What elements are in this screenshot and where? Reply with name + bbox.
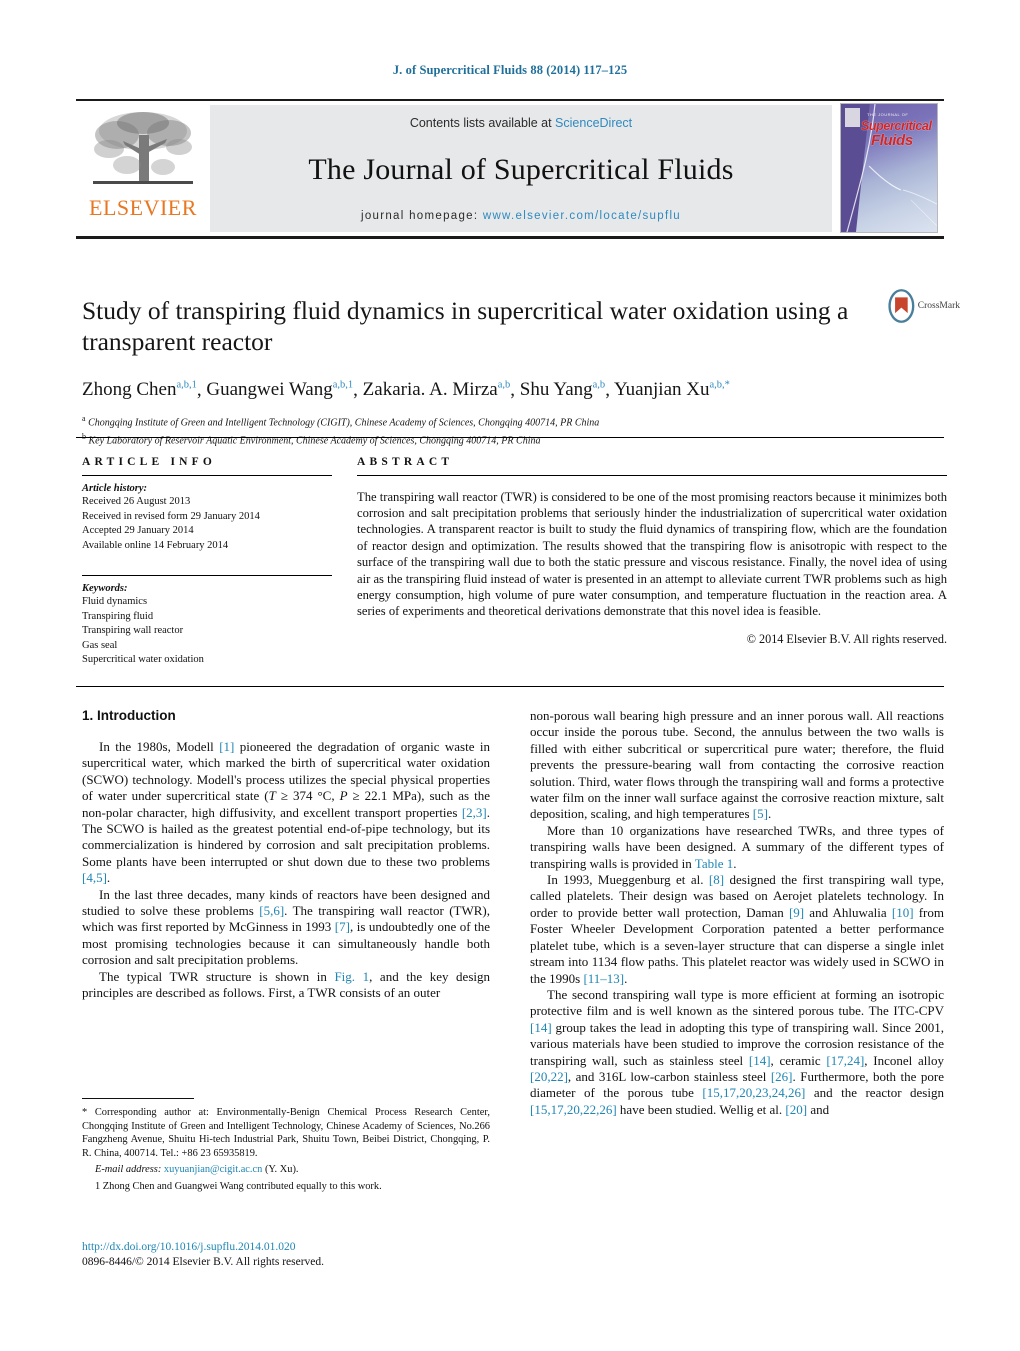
article-info-heading: ARTICLE INFO <box>82 456 217 468</box>
article-info-rule <box>82 475 332 476</box>
email-suffix: (Y. Xu). <box>264 1164 299 1176</box>
body-paragraph: In the 1980s, Modell [1] pioneered the d… <box>82 739 490 886</box>
journal-article-page: J. of Supercritical Fluids 88 (2014) 117… <box>0 0 1020 1351</box>
author-entry: Zhong Chena,b,1 <box>82 379 197 400</box>
body-paragraph: non-porous wall bearing high pressure an… <box>530 708 944 822</box>
affiliation-mark: a <box>82 414 86 424</box>
cover-elsevier-mark <box>845 108 860 127</box>
crossmark-icon <box>888 289 915 323</box>
article-history-item: Available online 14 February 2014 <box>82 539 229 551</box>
journal-band: Contents lists available at ScienceDirec… <box>210 105 832 232</box>
info-section-top-rule <box>76 437 944 438</box>
abstract-column: ABSTRACT The transpiring wall reactor (T… <box>357 456 947 647</box>
keyword-item: Gas seal <box>82 639 118 651</box>
author-entry: Zakaria. A. Mirzaa,b <box>363 379 511 400</box>
article-history-item: Received 26 August 2013 <box>82 496 191 507</box>
keyword-item: Fluid dynamics <box>82 596 148 607</box>
cover-title-line1: Supercritical <box>861 119 932 133</box>
abstract-copyright: © 2014 Elsevier B.V. All rights reserved… <box>746 632 947 647</box>
author-affil-marks[interactable]: a,b,1 <box>333 380 353 391</box>
keywords-block: Keywords: Fluid dynamics Transpiring flu… <box>82 575 332 668</box>
info-section-bottom-rule <box>76 686 944 687</box>
affiliation-a: a Chongqing Institute of Green and Intel… <box>82 412 872 430</box>
author-affil-marks[interactable]: a,b,1 <box>176 380 196 391</box>
issn-copyright-line: 0896-8446/© 2014 Elsevier B.V. All right… <box>82 1256 325 1268</box>
title-block: Study of transpiring fluid dynamics in s… <box>82 278 872 448</box>
abstract-text: The transpiring wall reactor (TWR) is co… <box>357 489 947 619</box>
elsevier-logo: ELSEVIER <box>76 101 210 236</box>
cover-eyebrow: THE JOURNAL OF <box>867 112 909 117</box>
abstract-rule <box>357 475 947 476</box>
cover-title-line2: Fluids <box>871 132 913 149</box>
keywords-rule <box>82 575 332 576</box>
elsevier-wordmark: ELSEVIER <box>89 195 197 220</box>
footnote-equal-contribution: 1 Zhong Chen and Guangwei Wang contribut… <box>95 1180 382 1192</box>
author-affil-marks[interactable]: a,b <box>593 380 606 391</box>
crossmark-label: CrossMark <box>917 301 960 311</box>
body-paragraph: The second transpiring wall type is more… <box>530 986 944 1117</box>
author-name: Shu Yang <box>519 379 593 401</box>
journal-cover-thumbnail[interactable]: THE JOURNAL OF Supercritical Fluids <box>832 101 944 236</box>
cover-image: THE JOURNAL OF Supercritical Fluids <box>840 103 938 233</box>
email-label: E-mail address: <box>95 1164 162 1176</box>
sciencedirect-link[interactable]: ScienceDirect <box>555 116 632 130</box>
journal-title: The Journal of Supercritical Fluids <box>308 153 734 186</box>
body-column-left: 1. Introduction In the 1980s, Modell [1]… <box>82 708 490 1002</box>
email-link[interactable]: xuyuanjian@cigit.ac.cn <box>164 1164 262 1175</box>
contents-prefix: Contents lists available at <box>409 116 556 130</box>
keyword-item: Supercritical water oxidation <box>82 654 204 665</box>
section-heading-introduction: 1. Introduction <box>82 708 176 723</box>
contents-list-line: Contents lists available at ScienceDirec… <box>410 116 632 130</box>
homepage-prefix: journal homepage: <box>360 210 483 222</box>
affiliations: a Chongqing Institute of Green and Intel… <box>82 412 872 448</box>
crossmark-badge[interactable]: CrossMark <box>888 283 960 329</box>
body-paragraph: In 1993, Mueggenburg et al. [8] designed… <box>530 872 944 986</box>
abstract-heading: ABSTRACT <box>357 456 454 468</box>
author-entry: Guangwei Wanga,b,1 <box>206 379 353 400</box>
author-name: Zakaria. A. Mirza <box>362 379 498 401</box>
footnote-rule <box>82 1098 194 1099</box>
doi-link[interactable]: http://dx.doi.org/10.1016/j.supflu.2014.… <box>82 1240 490 1255</box>
author-list: Zhong Chena,b,1, Guangwei Wanga,b,1, Zak… <box>82 379 730 401</box>
article-history-item: Accepted 29 January 2014 <box>82 525 194 536</box>
article-info-column: ARTICLE INFO Article history: Received 2… <box>82 456 332 668</box>
author-entry: Shu Yanga,b <box>520 379 605 400</box>
affiliation-b: b Key Laboratory of Reservoir Aquatic En… <box>82 430 872 448</box>
article-title: Study of transpiring fluid dynamics in s… <box>82 296 849 357</box>
body-column-right: non-porous wall bearing high pressure an… <box>530 708 944 1118</box>
author-entry: Yuanjian Xua,b,* <box>614 379 730 400</box>
footnote-corresponding-author: * Corresponding author at: Environmental… <box>82 1107 490 1159</box>
author-name: Guangwei Wang <box>206 379 333 401</box>
article-history-label: Article history: <box>82 483 148 494</box>
author-affil-marks[interactable]: a,b,* <box>710 380 730 391</box>
affiliation-text: Chongqing Institute of Green and Intelli… <box>88 417 600 429</box>
author-name: Zhong Chen <box>82 379 177 401</box>
imprint-block: http://dx.doi.org/10.1016/j.supflu.2014.… <box>82 1240 490 1270</box>
elsevier-tree-icon <box>93 112 193 184</box>
footnote-email: E-mail address: xuyuanjian@cigit.ac.cn (… <box>82 1163 490 1177</box>
journal-homepage-line: journal homepage: www.elsevier.com/locat… <box>361 210 681 222</box>
keywords-label: Keywords: <box>82 583 128 594</box>
author-name: Yuanjian Xu <box>613 379 710 401</box>
footnote-block: * Corresponding author at: Environmental… <box>82 1098 490 1194</box>
body-paragraph: In the last three decades, many kinds of… <box>82 886 490 968</box>
body-paragraph: The typical TWR structure is shown in Fi… <box>82 968 490 1001</box>
article-history-item: Received in revised form 29 January 2014 <box>82 510 260 522</box>
journal-masthead: ELSEVIER Contents lists available at Sci… <box>76 99 944 239</box>
body-paragraph: More than 10 organizations have research… <box>530 822 944 871</box>
keyword-item: Transpiring fluid <box>82 610 154 622</box>
homepage-url-link[interactable]: www.elsevier.com/locate/supflu <box>483 210 681 222</box>
author-affil-marks[interactable]: a,b <box>498 380 511 391</box>
running-head-citation: J. of Supercritical Fluids 88 (2014) 117… <box>392 63 628 77</box>
keyword-item: Transpiring wall reactor <box>82 625 184 636</box>
